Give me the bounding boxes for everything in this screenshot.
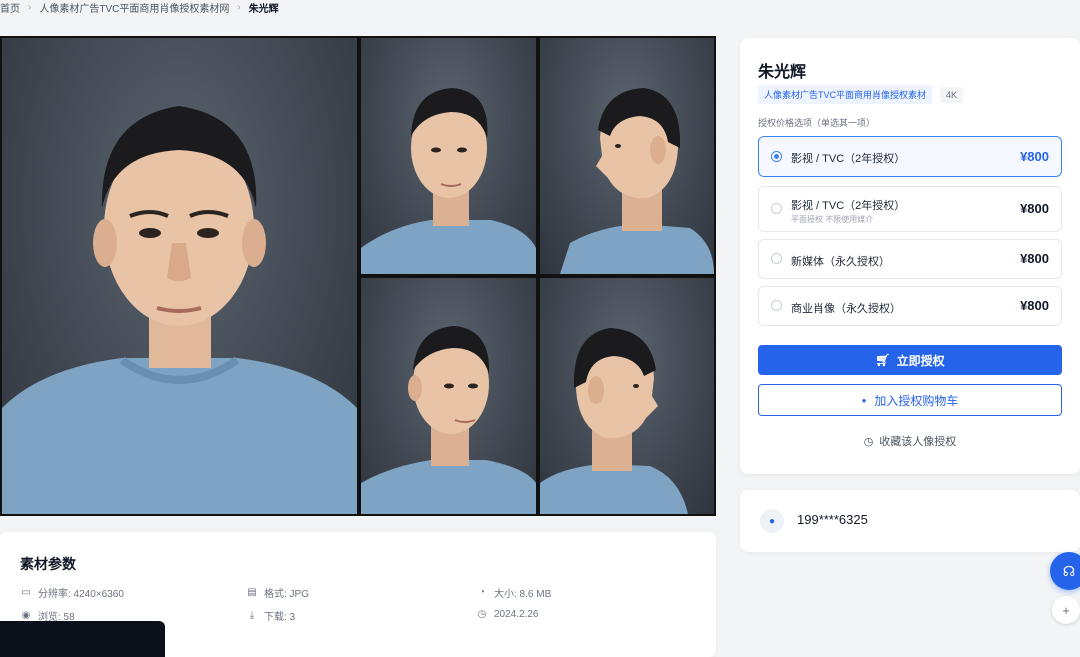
cart-button-label: 加入授权购物车 <box>874 393 959 408</box>
option-label: 影视 / TVC（2年授权） <box>791 200 906 212</box>
license-option-1[interactable]: 影视 / TVC（2年授权） 平面授权 不限使用媒介 ¥800 <box>758 186 1062 232</box>
license-option-2[interactable]: 新媒体（永久授权） ¥800 <box>758 239 1062 279</box>
buy-license-button[interactable]: 🛒︎ 立即授权 <box>758 345 1062 375</box>
add-to-cart-button[interactable]: ● 加入授权购物车 <box>758 384 1062 416</box>
param-text: 2024.2.26 <box>494 608 539 620</box>
param-date: ◷ 2024.2.26 <box>476 608 539 620</box>
status-bar <box>0 621 165 657</box>
param-resolution: ▭ 分辨率: 4240×6360 <box>20 585 124 600</box>
options-title: 授权价格选项（单选其一项） <box>758 118 876 128</box>
option-sublabel: 平面授权 不限使用媒介 <box>791 215 874 224</box>
size-icon: ◔ <box>478 587 486 598</box>
license-panel: 朱光辉 人像素材广告TVC平面商用肖像授权素材 4K 授权价格选项（单选其一项）… <box>740 38 1080 474</box>
contact-icon: ● <box>760 509 784 533</box>
portrait-profile-left[interactable] <box>540 278 714 514</box>
clock-icon: ◷ <box>863 435 874 448</box>
category-tag[interactable]: 人像素材广告TVC平面商用肖像授权素材 <box>758 85 933 104</box>
radio-icon[interactable] <box>771 300 782 311</box>
quality-tag: 4K <box>940 86 964 103</box>
option-price: ¥800 <box>1020 251 1049 266</box>
param-text: 下载: 3 <box>264 612 296 623</box>
breadcrumb: 首页 › 人像素材广告TVC平面商用肖像授权素材网 › 朱光辉 <box>0 0 279 15</box>
option-price: ¥800 <box>1020 201 1049 216</box>
download-icon: ⤓ <box>249 610 255 621</box>
contact-phone[interactable]: 199****6325 <box>797 512 868 527</box>
buy-label: 立即授权 <box>896 353 945 368</box>
customer-service-button[interactable]: ☊ <box>1050 552 1080 590</box>
breadcrumb-home[interactable]: 首页 <box>0 0 20 15</box>
option-price: ¥800 <box>1020 298 1049 313</box>
resolution-icon: ▭ <box>21 587 31 598</box>
tag-list: 人像素材广告TVC平面商用肖像授权素材 4K <box>758 85 964 104</box>
param-size: ◔ 大小: 8.6 MB <box>476 585 551 600</box>
option-price: ¥800 <box>1020 148 1049 164</box>
favorite-label: 收藏该人像授权 <box>879 436 957 448</box>
favorite-link[interactable]: ◷ 收藏该人像授权 <box>758 431 1062 451</box>
plus-icon: + <box>1062 602 1070 618</box>
option-label: 新媒体（永久授权） <box>791 256 890 268</box>
license-option-3[interactable]: 商业肖像（永久授权） ¥800 <box>758 286 1062 326</box>
params-title: 素材参数 <box>20 556 76 572</box>
more-button[interactable]: + <box>1052 596 1080 624</box>
radio-icon[interactable] <box>771 203 782 214</box>
date-icon: ◷ <box>477 608 487 620</box>
param-format: ▤ 格式: JPG <box>246 585 309 600</box>
option-label: 影视 / TVC（2年授权） <box>791 153 906 165</box>
breadcrumb-separator: › <box>28 1 32 13</box>
breadcrumb-current: 朱光辉 <box>248 3 279 15</box>
param-text: 分辨率: 4240×6360 <box>38 589 124 600</box>
portrait-three-quarter-right[interactable] <box>361 278 536 514</box>
views-icon: ◉ <box>21 610 31 621</box>
radio-checked-icon[interactable] <box>771 150 782 162</box>
photo-gallery <box>0 36 716 516</box>
main-portrait-front[interactable] <box>2 38 357 514</box>
breadcrumb-category[interactable]: 人像素材广告TVC平面商用肖像授权素材网 <box>39 0 229 15</box>
contact-card: ● 199****6325 <box>740 490 1080 552</box>
param-downloads: ⤓ 下载: 3 <box>246 608 295 623</box>
format-icon: ▤ <box>247 587 257 598</box>
portrait-three-quarter-left[interactable] <box>361 38 536 274</box>
license-option-0[interactable]: 影视 / TVC（2年授权） ¥800 <box>758 136 1062 177</box>
breadcrumb-separator: › <box>237 1 241 13</box>
param-text: 大小: 8.6 MB <box>494 589 552 600</box>
model-name: 朱光辉 <box>758 64 807 81</box>
radio-icon[interactable] <box>771 253 782 264</box>
portrait-profile-right[interactable] <box>540 38 714 274</box>
headset-icon: ☊ <box>1062 562 1076 579</box>
dot-icon: ● <box>861 395 867 405</box>
option-label: 商业肖像（永久授权） <box>791 303 901 315</box>
cart-icon: 🛒︎ <box>875 353 891 367</box>
param-text: 格式: JPG <box>264 589 310 600</box>
